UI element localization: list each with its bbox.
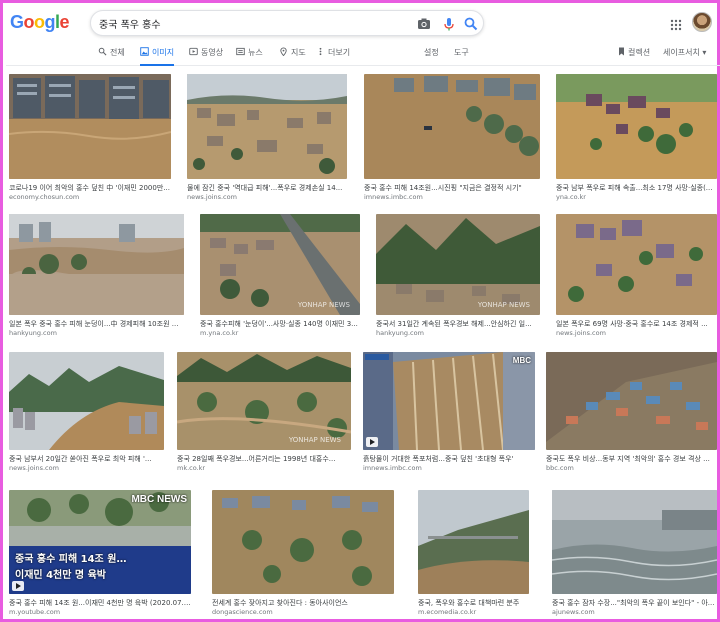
settings-link[interactable]: 설정 [424,47,439,58]
tab-label: 뉴스 [248,48,263,57]
bookmark-icon [618,47,625,56]
collections-label: 컬렉션 [628,48,651,57]
logo-letter: o [23,12,35,32]
tab-maps[interactable]: 지도 [279,47,306,66]
tab-images[interactable]: 이미지 [140,47,175,66]
watermark: YONHAP NEWS [288,436,341,444]
map-pin-icon [279,47,288,57]
result-thumbnail[interactable] [364,74,540,179]
google-logo[interactable]: Google [10,12,70,33]
result-thumbnail[interactable] [556,74,717,179]
tab-videos[interactable]: 동영상 [189,47,223,66]
result-source[interactable]: news.joins.com [187,193,347,201]
video-icon [189,47,198,56]
camera-icon[interactable] [416,16,432,32]
result-title[interactable]: 중국 홍수 피해 14조원...시진핑 "지금은 결정적 시기" [364,183,540,193]
search-header: Google [6,6,720,42]
result-source[interactable]: economy.chosun.com [9,193,171,201]
result-thumbnail[interactable]: YONHAP NEWS [177,352,351,450]
mbc-logo: MBC [512,356,531,365]
search-tabs: 전체 이미지 동영상 뉴스 지도 더보기 설정 도구 컬렉션 세이프서치 ▾ [6,44,720,66]
tab-more[interactable]: 더보기 [316,47,350,66]
result-title[interactable]: 중국 28일째 폭우경보...어른거리는 1998년 대홍수... [177,454,351,464]
watermark: YONHAP NEWS [477,301,530,309]
tab-label: 지도 [291,48,306,57]
image-icon [140,47,149,56]
apps-grid-icon[interactable] [670,16,682,31]
search-box [90,10,484,36]
result-thumbnail[interactable]: MBC NEWS 중국 홍수 피해 14조 원… 이재민 4천만 명 육박 [9,490,191,594]
result-title[interactable]: 흙탕물이 거대한 폭포처럼...중국 덮친 '초대형 폭우' [363,454,535,464]
overlay-headline: 중국 홍수 피해 14조 원… [15,554,127,565]
tab-all[interactable]: 전체 [98,47,125,66]
result-source[interactable]: news.joins.com [556,329,717,337]
collections-button[interactable]: 컬렉션 [618,47,650,58]
result-thumbnail[interactable] [546,352,717,450]
result-thumbnail[interactable] [556,214,717,315]
result-title[interactable]: 물에 잠긴 중국 '역대급 피해'...폭우로 경제손실 14... [187,183,347,193]
news-icon [236,47,245,56]
result-source[interactable]: imnews.imbc.com [364,193,540,201]
result-title[interactable]: 코로나19 이어 최악의 홍수 덮친 中 '이재민 2000만... [9,183,171,193]
search-input[interactable] [99,14,399,32]
result-source[interactable]: hankyung.com [9,329,184,337]
play-icon [366,437,378,447]
result-thumbnail[interactable]: YONHAP NEWS [376,214,540,315]
play-icon [12,581,24,591]
result-source[interactable]: m.youtube.com [9,608,191,616]
result-title[interactable]: 전세계 홍수 잦아지고 찾아진다 : 동아사이언스 [212,598,394,608]
tab-news[interactable]: 뉴스 [236,47,263,66]
result-title[interactable]: 중국 홍수 피해 14조 원...이재민 4천만 명 육박 (2020.07.1… [9,598,191,608]
result-title[interactable]: 일본 폭우 중국 홍수 피해 눈덩이...中 경제피해 10조원 ... [9,319,184,329]
mbc-news-logo: MBC NEWS [131,494,187,505]
result-thumbnail[interactable] [9,352,164,450]
result-title[interactable]: 중국도 폭우 비상...동부 지역 '최악의' 홍수 경보 격상 ... [546,454,717,464]
result-thumbnail[interactable] [187,74,347,179]
logo-letter: G [10,12,24,32]
result-title[interactable]: 중국, 폭우와 홍수로 대책마련 분주 [418,598,529,608]
result-title[interactable]: 중국 남부서 20일간 쏟아진 폭우로 최악 피해 '... [9,454,164,464]
result-thumbnail[interactable] [9,74,171,179]
tools-link[interactable]: 도구 [454,47,469,58]
result-source[interactable]: mk.co.kr [177,464,351,472]
result-thumbnail[interactable] [9,214,184,315]
result-source[interactable]: m.yna.co.kr [200,329,360,337]
result-source[interactable]: ajunews.com [552,608,717,616]
watermark: YONHAP NEWS [297,301,350,309]
google-images-page: Google 전체 이미지 [6,6,720,622]
result-source[interactable]: dongascience.com [212,608,394,616]
logo-letter: g [44,12,56,32]
result-title[interactable]: 중국 홍수 잠자 수장..."최악의 폭우 끝이 보인다" - 아... [552,598,717,608]
overlay-headline: 이재민 4천만 명 육박 [15,570,107,581]
logo-letter: o [34,12,45,32]
microphone-icon[interactable] [441,16,457,32]
result-title[interactable]: 중국서 31일간 계속된 폭우경보 해제...안심하긴 일... [376,319,540,329]
result-source[interactable]: m.ecomedia.co.kr [418,608,529,616]
result-source[interactable]: imnews.imbc.com [363,464,535,472]
tab-label: 동영상 [201,48,224,57]
result-source[interactable]: yna.co.kr [556,193,717,201]
search-icon [98,47,107,56]
result-thumbnail[interactable]: YONHAP NEWS [200,214,360,315]
safesearch-dropdown[interactable]: 세이프서치 ▾ [663,47,706,58]
result-thumbnail[interactable]: MBC [363,352,535,450]
result-title[interactable]: 중국 남부 폭우로 피해 속출...최소 17명 사망·실종(... [556,183,717,193]
result-source[interactable]: news.joins.com [9,464,164,472]
result-thumbnail[interactable] [418,490,529,594]
result-title[interactable]: 중국 홍수피해 '눈덩이'...사망·실종 140명 이재민 3... [200,319,360,329]
result-thumbnail[interactable] [552,490,717,594]
account-avatar[interactable] [692,12,712,32]
search-icon[interactable] [463,16,479,32]
more-icon [316,47,325,56]
result-source[interactable]: bbc.com [546,464,717,472]
tab-label: 더보기 [328,48,351,57]
result-source[interactable]: hankyung.com [376,329,540,337]
logo-letter: e [59,12,70,32]
result-thumbnail[interactable] [212,490,394,594]
tab-label: 전체 [110,48,125,57]
result-title[interactable]: 일본 폭우로 69명 사망·중국 홍수로 14조 경제적 ... [556,319,717,329]
tab-label: 이미지 [152,48,175,57]
